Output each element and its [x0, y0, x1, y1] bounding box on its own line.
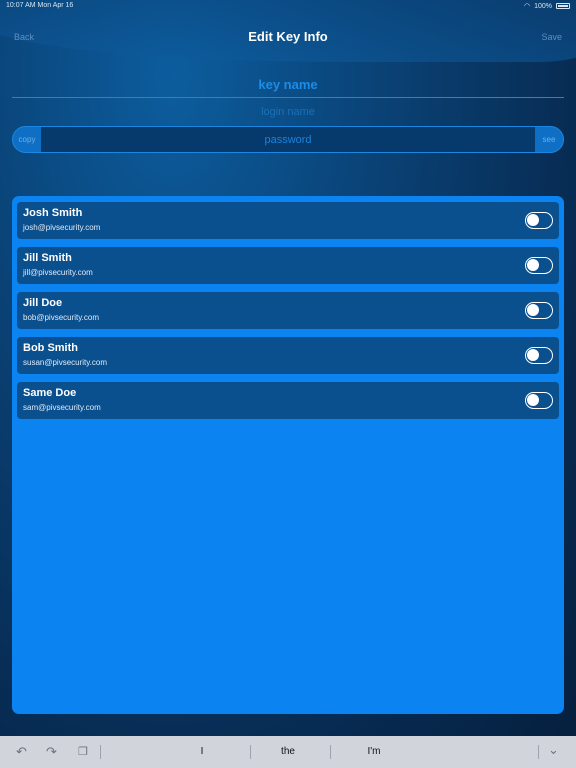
user-name: Bob Smith: [23, 342, 78, 354]
battery-icon: [556, 3, 570, 9]
key-name-input[interactable]: [12, 72, 564, 97]
user-name: Josh Smith: [23, 207, 83, 219]
undo-icon[interactable]: ↶: [16, 744, 27, 760]
user-email: susan@pivsecurity.com: [23, 358, 107, 367]
user-access-toggle[interactable]: [525, 212, 553, 229]
status-right: ◠ 100%: [524, 2, 570, 10]
paste-icon[interactable]: ❐: [78, 745, 88, 758]
chevron-down-icon[interactable]: ⌄: [548, 742, 559, 758]
copy-password-button[interactable]: copy: [13, 127, 41, 152]
users-list: Josh Smith josh@pivsecurity.com Jill Smi…: [12, 196, 564, 714]
user-email: josh@pivsecurity.com: [23, 223, 101, 232]
user-access-toggle[interactable]: [525, 257, 553, 274]
login-name-input[interactable]: [12, 101, 564, 123]
suggestion-3[interactable]: I'm: [330, 746, 418, 757]
user-name: Same Doe: [23, 387, 77, 399]
user-email: sam@pivsecurity.com: [23, 403, 101, 412]
user-email: jill@pivsecurity.com: [23, 268, 93, 277]
password-field: [41, 127, 535, 152]
key-name-field: [12, 72, 564, 98]
user-row[interactable]: Same Doe sam@pivsecurity.com: [17, 382, 559, 419]
see-password-button[interactable]: see: [535, 127, 563, 152]
toggle-knob: [527, 259, 539, 271]
battery-percent: 100%: [534, 2, 552, 10]
user-email: bob@pivsecurity.com: [23, 313, 99, 322]
login-name-field: [12, 101, 564, 123]
status-time-date: 10:07 AM Mon Apr 16: [6, 2, 74, 9]
divider: [538, 745, 539, 759]
redo-icon[interactable]: ↷: [46, 744, 57, 760]
page-title: Edit Key Info: [248, 29, 328, 44]
user-row[interactable]: Josh Smith josh@pivsecurity.com: [17, 202, 559, 239]
password-row: copy see: [12, 126, 564, 153]
suggestion-2[interactable]: the: [250, 746, 326, 757]
user-access-toggle[interactable]: [525, 347, 553, 364]
user-row[interactable]: Jill Smith jill@pivsecurity.com: [17, 247, 559, 284]
password-input[interactable]: [41, 127, 535, 152]
keyboard-shortcut-bar: ↶ ↷ ❐ I the I'm ⌄: [0, 736, 576, 768]
user-row[interactable]: Jill Doe bob@pivsecurity.com: [17, 292, 559, 329]
user-name: Jill Doe: [23, 297, 63, 309]
user-row[interactable]: Bob Smith susan@pivsecurity.com: [17, 337, 559, 374]
save-button[interactable]: Save: [541, 32, 562, 42]
user-access-toggle[interactable]: [525, 302, 553, 319]
wifi-icon: ◠: [523, 3, 531, 10]
toggle-knob: [527, 349, 539, 361]
user-access-toggle[interactable]: [525, 392, 553, 409]
toggle-knob: [527, 304, 539, 316]
toggle-knob: [527, 214, 539, 226]
status-bar: 10:07 AM Mon Apr 16 ◠ 100%: [0, 0, 576, 12]
navigation-bar: Back Edit Key Info Save: [0, 24, 576, 50]
toggle-knob: [527, 394, 539, 406]
user-name: Jill Smith: [23, 252, 72, 264]
